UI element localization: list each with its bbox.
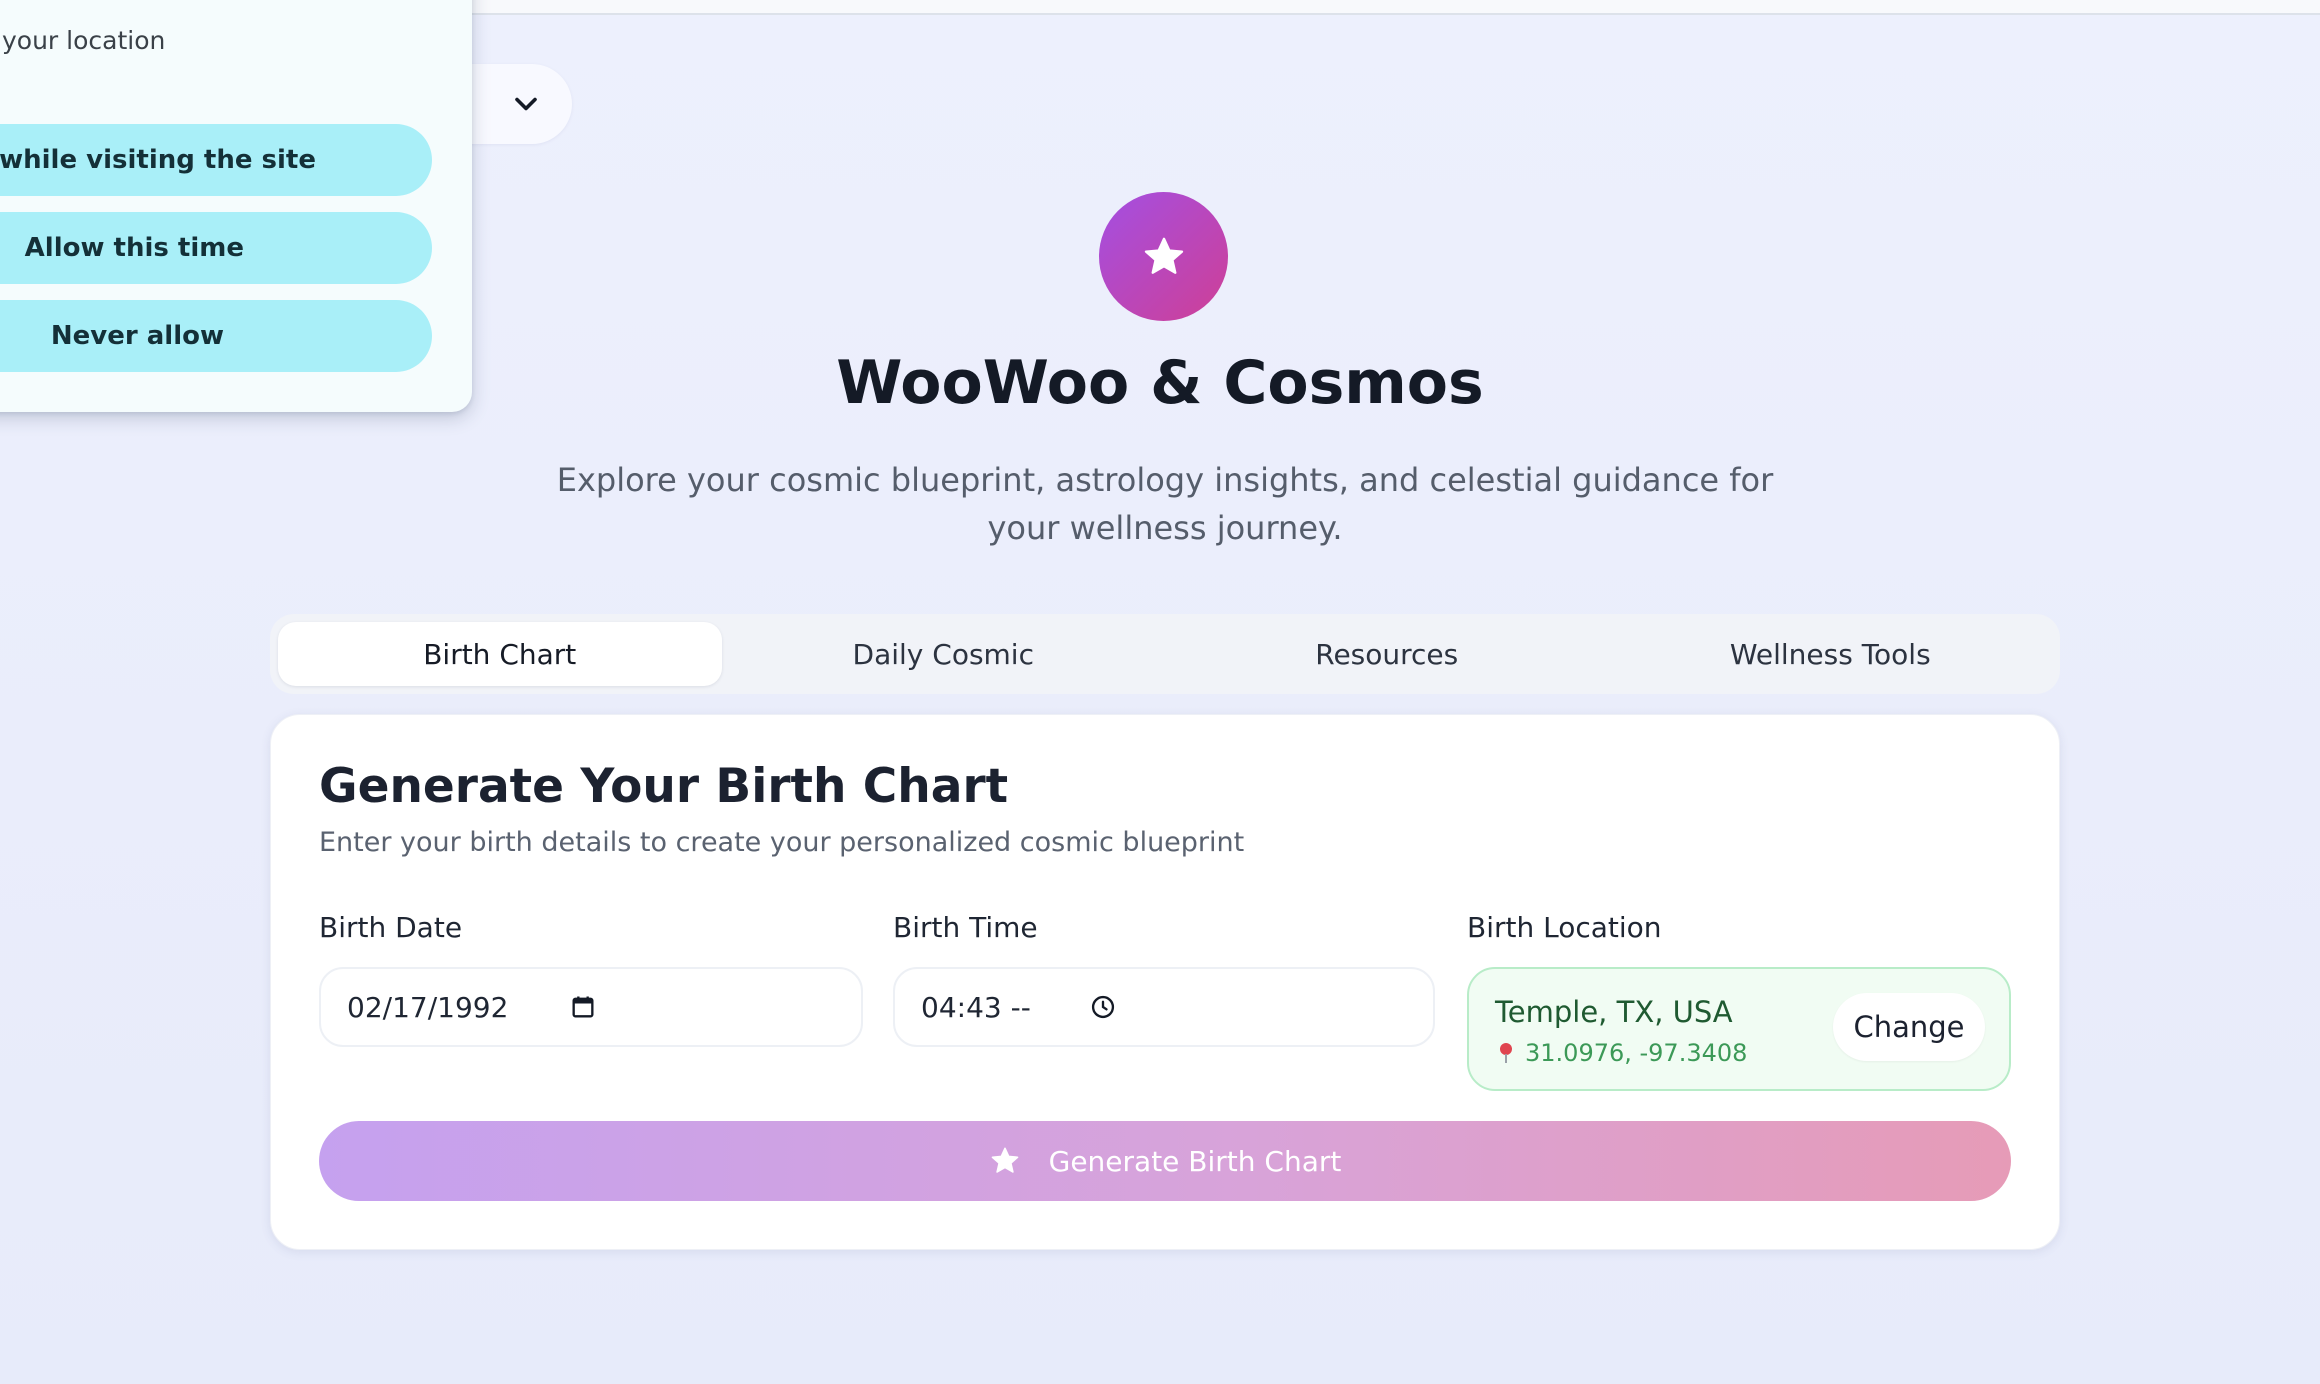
birth-date-input[interactable]: 02/17/1992 (319, 967, 863, 1047)
birth-location-field: Temple, TX, USA 31.0976, -97.3408 Change (1467, 967, 2011, 1091)
birth-time-label: Birth Time (893, 911, 1038, 944)
location-coordinates: 31.0976, -97.3408 (1497, 1039, 1747, 1067)
location-coords-text: 31.0976, -97.3408 (1525, 1039, 1748, 1067)
never-allow-button[interactable]: Never allow (0, 300, 432, 372)
calendar-icon[interactable] (569, 993, 597, 1021)
birth-chart-card: Generate Your Birth Chart Enter your bir… (270, 714, 2060, 1250)
card-title: Generate Your Birth Chart (319, 759, 1009, 814)
page-top-strip (470, 0, 2320, 15)
birth-time-value: 04:43 -- (921, 990, 1031, 1024)
tab-daily-cosmic[interactable]: Daily Cosmic (722, 622, 1166, 686)
card-description: Enter your birth details to create your … (319, 827, 1245, 858)
birth-date-label: Birth Date (319, 911, 463, 944)
star-icon (1144, 237, 1183, 274)
star-icon (991, 1147, 1018, 1173)
change-location-button[interactable]: Change (1833, 993, 1985, 1061)
pin-icon (1500, 1043, 1512, 1063)
tab-birth-chart[interactable]: Birth Chart (278, 622, 722, 686)
birth-time-input[interactable]: 04:43 -- (893, 967, 1435, 1047)
clock-icon[interactable] (1089, 993, 1117, 1021)
tab-bar: Birth Chart Daily Cosmic Resources Welln… (270, 614, 2060, 694)
tab-wellness-tools[interactable]: Wellness Tools (1609, 622, 2053, 686)
tab-resources[interactable]: Resources (1165, 622, 1609, 686)
generate-birth-chart-button[interactable]: Generate Birth Chart (319, 1121, 2011, 1201)
location-name: Temple, TX, USA (1495, 995, 1733, 1029)
permission-title: your location (2, 26, 166, 55)
app-subtitle: Explore your cosmic blueprint, astrology… (556, 461, 1774, 547)
birth-date-value: 02/17/1992 (347, 990, 509, 1024)
birth-location-label: Birth Location (1467, 911, 1662, 944)
location-permission-popup: your location llow while visiting the si… (0, 0, 472, 412)
generate-button-label: Generate Birth Chart (1048, 1144, 1342, 1178)
app-logo (1099, 192, 1228, 321)
allow-while-visiting-button[interactable]: llow while visiting the site (0, 124, 432, 196)
chevron-down-icon (515, 97, 537, 111)
allow-this-time-button[interactable]: Allow this time (0, 212, 432, 284)
